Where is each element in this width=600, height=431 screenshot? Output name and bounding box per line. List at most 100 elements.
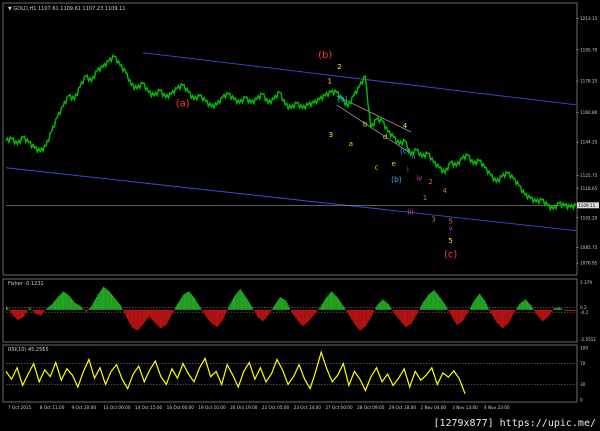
fisher-bar (348, 309, 350, 315)
fisher-bar (100, 289, 102, 310)
fisher-bar (237, 291, 239, 310)
fisher-bar (300, 309, 302, 324)
fisher-bar (454, 309, 456, 322)
fisher-bar (109, 292, 111, 310)
fisher-tick-label: 2.379 (580, 280, 592, 285)
fisher-bar (565, 309, 567, 311)
rsi-tick-label: 100 (580, 346, 588, 351)
fisher-bar (177, 304, 179, 310)
fisher-bar (91, 305, 93, 310)
fisher-bar (435, 292, 438, 310)
fisher-bar (370, 309, 373, 317)
fisher-bar (428, 293, 431, 310)
fisher-bar (179, 300, 181, 310)
fisher-bar (102, 286, 105, 310)
fisher-bar (336, 297, 338, 310)
fisher-bar (498, 309, 500, 325)
fisher-bar (522, 301, 524, 310)
fisher-bar (271, 308, 273, 310)
fisher-bar (536, 309, 538, 315)
fisher-bar (245, 297, 247, 310)
fisher-bar (313, 309, 316, 315)
fisher-bar (29, 308, 32, 310)
fisher-bar (251, 306, 253, 310)
rsi-tick-label: 0 (580, 398, 583, 403)
fisher-bar (291, 309, 293, 313)
fisher-bar (483, 300, 485, 310)
fisher-bar (321, 303, 324, 310)
fisher-bar (342, 305, 344, 310)
fisher-bar (75, 303, 77, 310)
fisher-bar (542, 309, 545, 321)
fisher-bar (450, 309, 452, 316)
time-tick-label: 23 Oct 14:00 (294, 405, 322, 410)
fisher-bar (19, 309, 21, 319)
fisher-bar (129, 309, 131, 324)
fisher-bar (194, 298, 196, 310)
fisher-bar (557, 307, 559, 310)
fisher-bar (570, 309, 572, 311)
channel-upper-line (142, 52, 577, 106)
fisher-bar (485, 304, 488, 310)
fisher-bar (341, 303, 343, 310)
fisher-bar (420, 305, 423, 310)
fisher-bar (410, 309, 412, 324)
fisher-bar (446, 307, 448, 310)
fisher-bar (234, 295, 236, 310)
fisher-bar (18, 309, 20, 320)
fisher-bar (34, 309, 36, 314)
wave-label: 1 (423, 194, 427, 202)
fisher-tick-label: -2.5551 (580, 337, 596, 342)
fisher-bar (106, 289, 108, 310)
fisher-bar (489, 309, 491, 311)
fisher-bar (279, 297, 281, 310)
current-price-label: 1109.11 (578, 203, 596, 208)
price-tick-label: 1102.20 (580, 215, 598, 220)
wave-label: iv (416, 174, 422, 182)
fisher-bar (143, 309, 146, 323)
fisher-bar (57, 297, 59, 310)
fisher-bar (354, 309, 357, 326)
fisher-bar (101, 288, 103, 310)
fisher-bar (264, 309, 267, 319)
fisher-bar (120, 305, 122, 310)
fisher-bar (230, 302, 232, 310)
fisher-bar (378, 302, 381, 310)
fisher-bar (359, 309, 361, 331)
fisher-bar (9, 309, 11, 312)
fisher-bar (431, 291, 433, 310)
fisher-bar (474, 299, 476, 310)
fisher-bar (35, 309, 37, 314)
fisher-bar (343, 307, 345, 310)
fisher-bar (135, 309, 138, 331)
fisher-bar (67, 294, 69, 310)
fisher-bar (198, 305, 200, 310)
fisher-bar (226, 309, 228, 312)
fisher-bar (349, 309, 351, 317)
rsi-series (5, 350, 466, 394)
fisher-bar (55, 299, 57, 310)
fisher-bar (182, 294, 184, 310)
fisher-bar (21, 309, 24, 318)
fisher-bar (432, 291, 434, 310)
fisher-bar (257, 309, 260, 318)
fisher-bar (322, 301, 325, 310)
fisher-bar (187, 291, 189, 310)
fisher-bar (460, 309, 463, 323)
fisher-bar (304, 309, 306, 325)
fisher-bar (123, 309, 125, 313)
chart-window: ▼ GOLD,H1 1107.61 1109.61 1107.23 1109.1… (0, 0, 600, 431)
fisher-bar (58, 295, 60, 310)
fisher-bar (150, 309, 153, 320)
fisher-bar (312, 309, 314, 316)
fisher-bar (444, 305, 447, 310)
fisher-bar (517, 305, 520, 310)
fisher-bar (68, 295, 70, 310)
fisher-bar (537, 309, 539, 316)
fisher-bar (65, 293, 67, 310)
fisher-bar (121, 307, 123, 310)
fisher-bar (218, 309, 220, 326)
fisher-bar (455, 309, 457, 324)
fisher-bar (363, 309, 366, 328)
fisher-bar (48, 306, 50, 310)
